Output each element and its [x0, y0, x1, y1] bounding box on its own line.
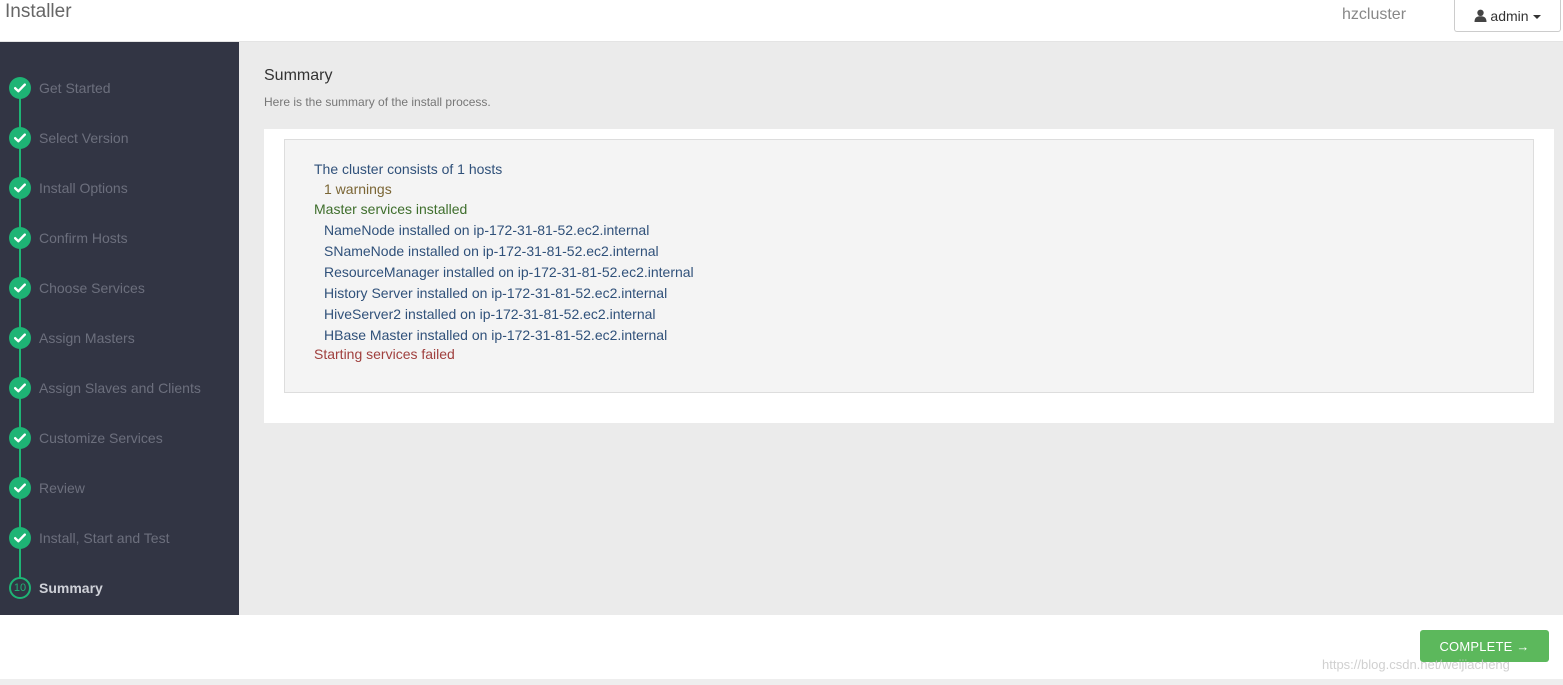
- master-service-line: History Server installed on ip-172-31-81…: [324, 285, 668, 301]
- wizard-step[interactable]: Customize Services: [9, 426, 163, 450]
- app-title: Installer: [5, 1, 72, 22]
- user-icon: [1474, 9, 1487, 22]
- step-label: Review: [39, 480, 85, 496]
- step-label: Customize Services: [39, 430, 163, 446]
- user-menu-button[interactable]: admin: [1454, 0, 1561, 32]
- user-name: admin: [1490, 7, 1529, 24]
- wizard-step[interactable]: Install, Start and Test: [9, 526, 169, 550]
- wizard-step[interactable]: Confirm Hosts: [9, 226, 128, 250]
- step-label: Assign Slaves and Clients: [39, 380, 201, 396]
- step-label: Install, Start and Test: [39, 530, 170, 546]
- summary-well: The cluster consists of 1 hosts 1 warnin…: [284, 139, 1534, 393]
- step-number-icon: 10: [9, 577, 31, 599]
- page-subtitle: Here is the summary of the install proce…: [264, 95, 491, 109]
- step-label: Summary: [39, 580, 103, 596]
- page-title: Summary: [264, 67, 333, 84]
- footer-strip: [0, 679, 1563, 685]
- hosts-summary: The cluster consists of 1 hosts: [314, 161, 503, 177]
- step-label: Get Started: [39, 80, 111, 96]
- warnings-link[interactable]: 1 warnings: [324, 181, 392, 197]
- check-icon: [9, 177, 31, 199]
- step-label: Assign Masters: [39, 330, 135, 346]
- summary-panel: The cluster consists of 1 hosts 1 warnin…: [264, 129, 1554, 423]
- master-service-line: HiveServer2 installed on ip-172-31-81-52…: [324, 306, 656, 322]
- step-label: Confirm Hosts: [39, 230, 128, 246]
- step-label: Choose Services: [39, 280, 145, 296]
- check-icon: [9, 127, 31, 149]
- wizard-step[interactable]: Select Version: [9, 126, 129, 150]
- check-icon: [9, 427, 31, 449]
- masters-installed-header: Master services installed: [314, 201, 468, 217]
- wizard-step[interactable]: Review: [9, 476, 85, 500]
- top-header: Installer hzcluster admin: [0, 0, 1563, 42]
- watermark-text: https://blog.csdn.net/weijiacheng: [1322, 657, 1510, 672]
- wizard-step[interactable]: 10 Summary: [9, 576, 103, 600]
- check-icon: [9, 527, 31, 549]
- failure-message: Starting services failed: [314, 346, 455, 362]
- wizard-step[interactable]: Get Started: [9, 76, 111, 100]
- check-icon: [9, 277, 31, 299]
- cluster-name[interactable]: hzcluster: [1342, 6, 1406, 24]
- master-service-line: HBase Master installed on ip-172-31-81-5…: [324, 327, 668, 343]
- check-icon: [9, 77, 31, 99]
- main-content: Summary Here is the summary of the insta…: [239, 42, 1563, 615]
- master-service-line: SNameNode installed on ip-172-31-81-52.e…: [324, 243, 659, 259]
- check-icon: [9, 327, 31, 349]
- wizard-step[interactable]: Assign Slaves and Clients: [9, 376, 201, 400]
- master-service-line: ResourceManager installed on ip-172-31-8…: [324, 264, 694, 280]
- check-icon: [9, 377, 31, 399]
- wizard-step[interactable]: Assign Masters: [9, 326, 135, 350]
- wizard-step[interactable]: Choose Services: [9, 276, 145, 300]
- caret-down-icon: [1532, 14, 1541, 19]
- step-label: Install Options: [39, 180, 128, 196]
- wizard-step[interactable]: Install Options: [9, 176, 128, 200]
- check-icon: [9, 477, 31, 499]
- check-icon: [9, 227, 31, 249]
- step-label: Select Version: [39, 130, 129, 146]
- master-service-line: NameNode installed on ip-172-31-81-52.ec…: [324, 222, 650, 238]
